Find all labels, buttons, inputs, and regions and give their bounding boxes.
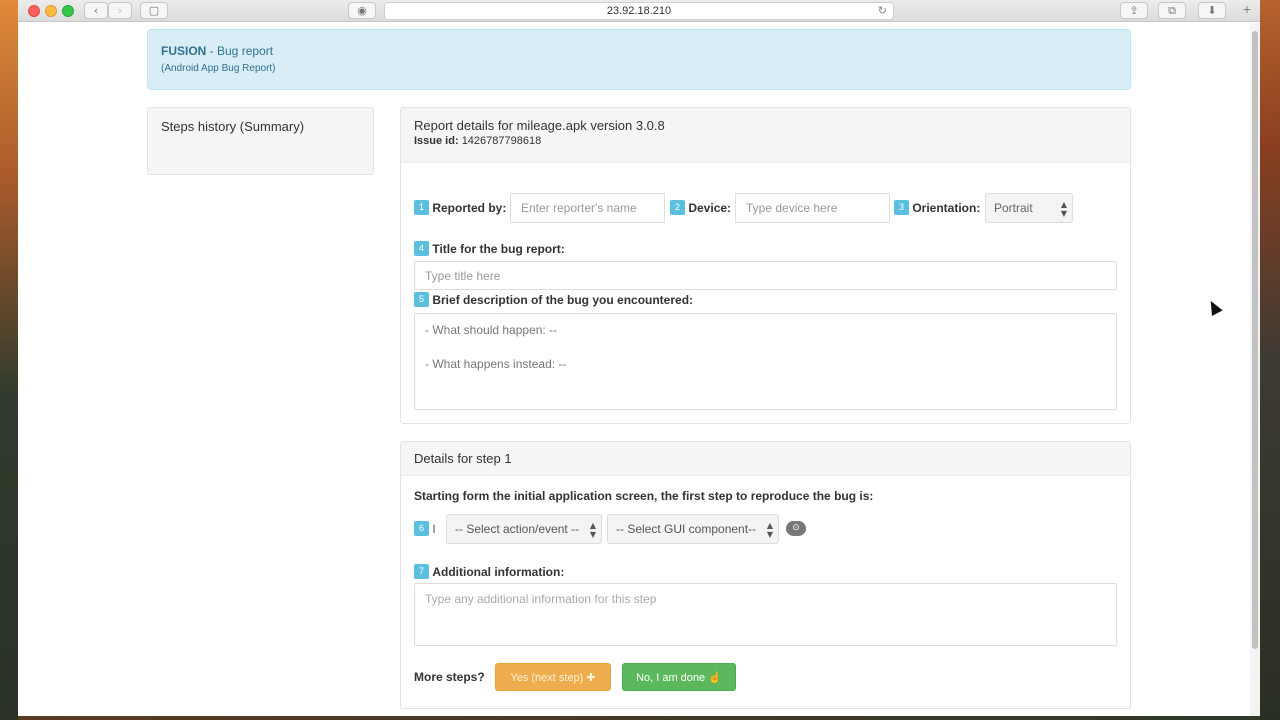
action-event-select[interactable]: -- Select action/event -- ▲ ▼ (446, 514, 602, 544)
steps-history-title: Steps history (Summary) (161, 119, 305, 134)
description-textarea[interactable]: - What should happen: -- - What happens … (414, 313, 1117, 410)
gui-component-value: -- Select GUI component-- (616, 522, 757, 536)
page-header: FUSION - Bug report (Android App Bug Rep… (147, 29, 1131, 90)
browser-toolbar: ‹ › ▢ ◉ 23.92.18.210 ↻ ⇪ ⧉ ⬇ + (18, 0, 1260, 22)
desktop-background-right (1260, 0, 1280, 720)
description-line-1: - What should happen: -- (425, 323, 558, 337)
address-bar[interactable]: 23.92.18.210 ↻ (384, 2, 894, 20)
select-arrows-icon: ▲ ▼ (1060, 200, 1067, 218)
action-event-value: -- Select action/event -- (455, 522, 580, 536)
sidebar-icon[interactable]: ▢ (140, 2, 168, 19)
step-number-badge: 4 (414, 241, 429, 257)
device-label-group: 2 Device: (670, 200, 732, 216)
step-number-badge: 7 (414, 564, 429, 580)
title-input[interactable]: Type title here (414, 261, 1117, 290)
reported-by-label: Reported by: (432, 200, 507, 215)
orientation-select[interactable]: Portrait ▲ ▼ (985, 193, 1073, 223)
tabs-overview-icon[interactable]: ⧉ (1158, 2, 1186, 19)
additional-label-group: 7 Additional information: (414, 564, 565, 580)
select-arrows-icon: ▲ ▼ (766, 521, 773, 539)
device-label: Device: (688, 200, 732, 215)
minimize-window-button[interactable] (45, 5, 57, 17)
step-number-badge: 1 (414, 200, 429, 216)
orientation-label-group: 3 Orientation: (894, 200, 981, 216)
url-text: 23.92.18.210 (606, 5, 672, 17)
page-subtitle: (Android App Bug Report) (161, 63, 276, 74)
reload-icon[interactable]: ↻ (878, 3, 887, 19)
action-row: 6 I (414, 521, 436, 537)
orientation-value: Portrait (994, 201, 1033, 215)
info-icon[interactable]: ⊙ (786, 521, 806, 536)
additional-info-textarea[interactable]: Type any additional information for this… (414, 583, 1117, 646)
device-input[interactable]: Type device here (735, 193, 890, 223)
steps-history-panel: Steps history (Summary) (147, 107, 374, 175)
scrollbar-thumb[interactable] (1252, 31, 1258, 649)
more-steps-label: More steps? (414, 670, 485, 684)
reported-by-input[interactable]: Enter reporter's name (510, 193, 665, 223)
browser-window: ‹ › ▢ ◉ 23.92.18.210 ↻ ⇪ ⧉ ⬇ + FUSION - … (18, 0, 1260, 716)
report-header: Report details for mileage.apk version 3… (401, 108, 1130, 163)
step-details-panel: Details for step 1 Starting form the ini… (400, 441, 1131, 709)
page-title: - Bug report (206, 44, 274, 58)
brand-name: FUSION (161, 44, 207, 58)
reported-by-label-group: 1 Reported by: (414, 200, 507, 216)
new-tab-icon[interactable]: + (1238, 2, 1256, 19)
report-details-panel: Report details for mileage.apk version 3… (400, 107, 1131, 424)
step-number-badge: 6 (414, 521, 429, 537)
back-icon[interactable]: ‹ (84, 2, 108, 19)
done-button[interactable]: No, I am done ☝ (622, 663, 736, 691)
title-label: Title for the bug report: (432, 241, 565, 256)
privacy-icon[interactable]: ◉ (348, 2, 376, 19)
forward-icon[interactable]: › (108, 2, 132, 19)
gui-component-select[interactable]: -- Select GUI component-- ▲ ▼ (607, 514, 779, 544)
description-label-group: 5 Brief description of the bug you encou… (414, 292, 694, 308)
desktop-background-left (0, 0, 18, 720)
next-step-button[interactable]: Yes (next step) ✚ (495, 663, 611, 691)
step-number-badge: 2 (670, 200, 685, 216)
downloads-icon[interactable]: ⬇ (1198, 2, 1226, 19)
additional-label: Additional information: (432, 564, 565, 579)
share-icon[interactable]: ⇪ (1120, 2, 1148, 19)
text-cursor: I (432, 521, 436, 536)
web-page: FUSION - Bug report (Android App Bug Rep… (18, 23, 1250, 716)
title-label-group: 4 Title for the bug report: (414, 241, 565, 257)
description-label: Brief description of the bug you encount… (432, 292, 694, 307)
description-line-2: - What happens instead: -- (425, 357, 567, 371)
vertical-scrollbar[interactable] (1250, 23, 1260, 716)
issue-id-value: 1426787798618 (461, 135, 542, 147)
zoom-window-button[interactable] (62, 5, 74, 17)
report-title: Report details for mileage.apk version 3… (414, 118, 665, 133)
issue-id-label: Issue id: (414, 135, 459, 147)
close-window-button[interactable] (28, 5, 40, 17)
select-arrows-icon: ▲ ▼ (589, 521, 596, 539)
step-intro: Starting form the initial application sc… (414, 489, 874, 503)
orientation-label: Orientation: (912, 200, 981, 215)
step-number-badge: 5 (414, 292, 429, 308)
step-number-badge: 3 (894, 200, 909, 216)
step-title: Details for step 1 (401, 442, 1130, 476)
